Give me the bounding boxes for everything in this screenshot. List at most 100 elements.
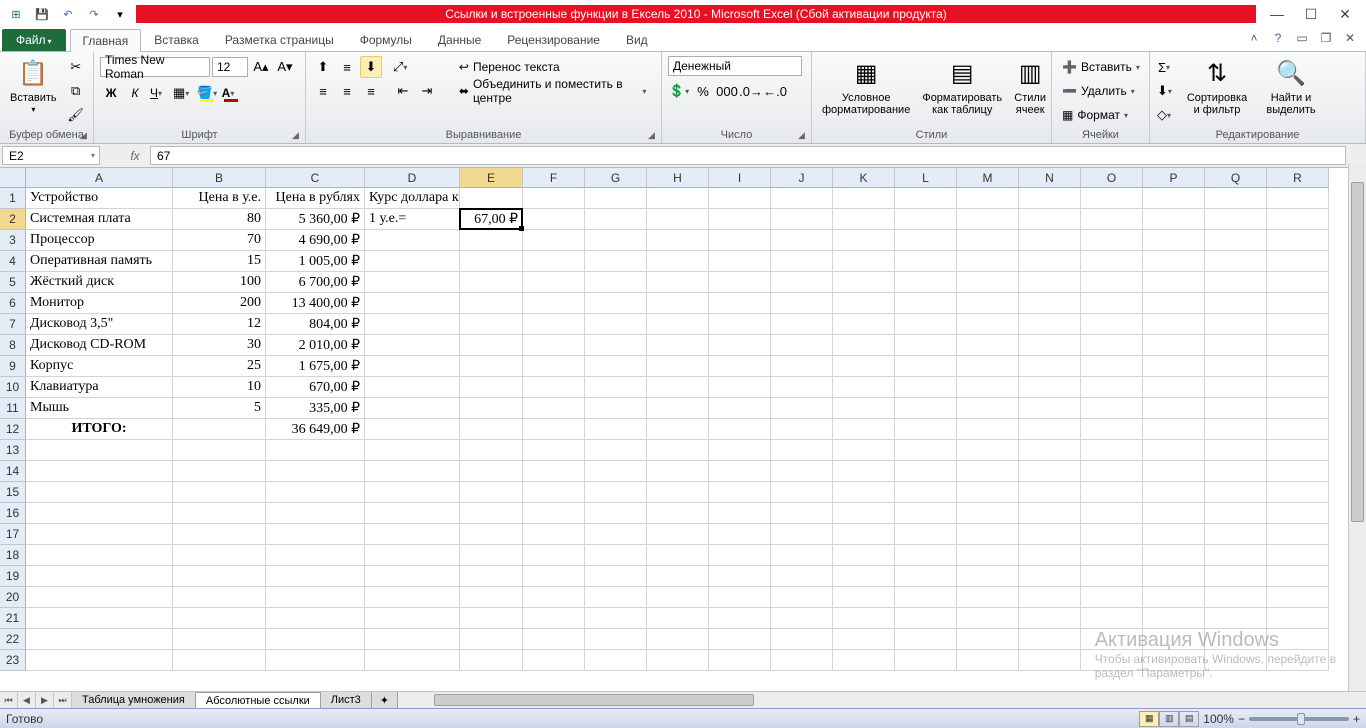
cell-B21[interactable] bbox=[173, 608, 266, 629]
cell-H10[interactable] bbox=[647, 377, 709, 398]
cell-D17[interactable] bbox=[365, 524, 460, 545]
cell-Q20[interactable] bbox=[1205, 587, 1267, 608]
cell-J20[interactable] bbox=[771, 587, 833, 608]
cell-P12[interactable] bbox=[1143, 419, 1205, 440]
column-header-D[interactable]: D bbox=[365, 168, 460, 188]
cell-R13[interactable] bbox=[1267, 440, 1329, 461]
cell-M7[interactable] bbox=[957, 314, 1019, 335]
cell-H13[interactable] bbox=[647, 440, 709, 461]
cell-Q11[interactable] bbox=[1205, 398, 1267, 419]
find-select-button[interactable]: 🔍Найти и выделить bbox=[1256, 56, 1326, 118]
cell-N16[interactable] bbox=[1019, 503, 1081, 524]
cell-I16[interactable] bbox=[709, 503, 771, 524]
cell-N17[interactable] bbox=[1019, 524, 1081, 545]
cell-N22[interactable] bbox=[1019, 629, 1081, 650]
cell-D5[interactable] bbox=[365, 272, 460, 293]
cell-R3[interactable] bbox=[1267, 230, 1329, 251]
cell-N21[interactable] bbox=[1019, 608, 1081, 629]
cell-H12[interactable] bbox=[647, 419, 709, 440]
cell-N5[interactable] bbox=[1019, 272, 1081, 293]
format-as-table-button[interactable]: ▤Форматировать как таблицу bbox=[918, 56, 1006, 118]
cell-L3[interactable] bbox=[895, 230, 957, 251]
cell-I20[interactable] bbox=[709, 587, 771, 608]
cell-N15[interactable] bbox=[1019, 482, 1081, 503]
cell-O6[interactable] bbox=[1081, 293, 1143, 314]
row-header-15[interactable]: 15 bbox=[0, 482, 26, 503]
cell-R4[interactable] bbox=[1267, 251, 1329, 272]
fill-button[interactable]: ⬇▾ bbox=[1156, 80, 1178, 102]
tab-view[interactable]: Вид bbox=[613, 28, 661, 51]
cell-P18[interactable] bbox=[1143, 545, 1205, 566]
cell-R17[interactable] bbox=[1267, 524, 1329, 545]
cell-N14[interactable] bbox=[1019, 461, 1081, 482]
cell-P13[interactable] bbox=[1143, 440, 1205, 461]
cell-F15[interactable] bbox=[523, 482, 585, 503]
cell-K7[interactable] bbox=[833, 314, 895, 335]
cell-F20[interactable] bbox=[523, 587, 585, 608]
cell-Q17[interactable] bbox=[1205, 524, 1267, 545]
row-header-13[interactable]: 13 bbox=[0, 440, 26, 461]
cell-A22[interactable] bbox=[26, 629, 173, 650]
cell-M8[interactable] bbox=[957, 335, 1019, 356]
font-size-combo[interactable]: 12 bbox=[212, 57, 248, 77]
cell-R10[interactable] bbox=[1267, 377, 1329, 398]
cell-I18[interactable] bbox=[709, 545, 771, 566]
cell-D9[interactable] bbox=[365, 356, 460, 377]
cell-G23[interactable] bbox=[585, 650, 647, 671]
column-header-C[interactable]: C bbox=[266, 168, 365, 188]
column-header-A[interactable]: A bbox=[26, 168, 173, 188]
cell-G18[interactable] bbox=[585, 545, 647, 566]
cell-K13[interactable] bbox=[833, 440, 895, 461]
cell-M11[interactable] bbox=[957, 398, 1019, 419]
tab-nav-first[interactable]: ⏮ bbox=[0, 692, 18, 708]
cell-Q1[interactable] bbox=[1205, 188, 1267, 209]
cell-M23[interactable] bbox=[957, 650, 1019, 671]
cell-J3[interactable] bbox=[771, 230, 833, 251]
cell-N6[interactable] bbox=[1019, 293, 1081, 314]
cell-L5[interactable] bbox=[895, 272, 957, 293]
cell-Q22[interactable] bbox=[1205, 629, 1267, 650]
row-header-1[interactable]: 1 bbox=[0, 188, 26, 209]
delete-cells-button[interactable]: ➖Удалить▾ bbox=[1058, 80, 1145, 102]
cell-L2[interactable] bbox=[895, 209, 957, 230]
select-all-corner[interactable] bbox=[0, 168, 26, 188]
cell-Q16[interactable] bbox=[1205, 503, 1267, 524]
cell-C13[interactable] bbox=[266, 440, 365, 461]
cell-A12[interactable]: ИТОГО: bbox=[26, 419, 173, 440]
cell-G1[interactable] bbox=[585, 188, 647, 209]
cell-Q6[interactable] bbox=[1205, 293, 1267, 314]
cell-H21[interactable] bbox=[647, 608, 709, 629]
cell-R12[interactable] bbox=[1267, 419, 1329, 440]
cell-Q3[interactable] bbox=[1205, 230, 1267, 251]
cell-J14[interactable] bbox=[771, 461, 833, 482]
cell-D14[interactable] bbox=[365, 461, 460, 482]
cell-A1[interactable]: Устройство bbox=[26, 188, 173, 209]
cell-L14[interactable] bbox=[895, 461, 957, 482]
cell-Q2[interactable] bbox=[1205, 209, 1267, 230]
cell-M14[interactable] bbox=[957, 461, 1019, 482]
column-header-B[interactable]: B bbox=[173, 168, 266, 188]
cell-O14[interactable] bbox=[1081, 461, 1143, 482]
cell-L22[interactable] bbox=[895, 629, 957, 650]
cell-F14[interactable] bbox=[523, 461, 585, 482]
cell-C14[interactable] bbox=[266, 461, 365, 482]
cell-N23[interactable] bbox=[1019, 650, 1081, 671]
cell-D11[interactable] bbox=[365, 398, 460, 419]
cell-D15[interactable] bbox=[365, 482, 460, 503]
cell-A6[interactable]: Монитор bbox=[26, 293, 173, 314]
window-options-icon[interactable]: ▭ bbox=[1294, 30, 1310, 46]
cell-E18[interactable] bbox=[460, 545, 523, 566]
cell-B22[interactable] bbox=[173, 629, 266, 650]
accounting-format-button[interactable]: 💲▾ bbox=[668, 80, 690, 102]
cell-K8[interactable] bbox=[833, 335, 895, 356]
cell-R1[interactable] bbox=[1267, 188, 1329, 209]
cell-O16[interactable] bbox=[1081, 503, 1143, 524]
cell-M12[interactable] bbox=[957, 419, 1019, 440]
cell-H5[interactable] bbox=[647, 272, 709, 293]
vscroll-thumb[interactable] bbox=[1351, 182, 1364, 522]
cell-I13[interactable] bbox=[709, 440, 771, 461]
cell-O2[interactable] bbox=[1081, 209, 1143, 230]
cell-L21[interactable] bbox=[895, 608, 957, 629]
comma-button[interactable]: 000 bbox=[716, 80, 738, 102]
cell-A7[interactable]: Дисковод 3,5" bbox=[26, 314, 173, 335]
